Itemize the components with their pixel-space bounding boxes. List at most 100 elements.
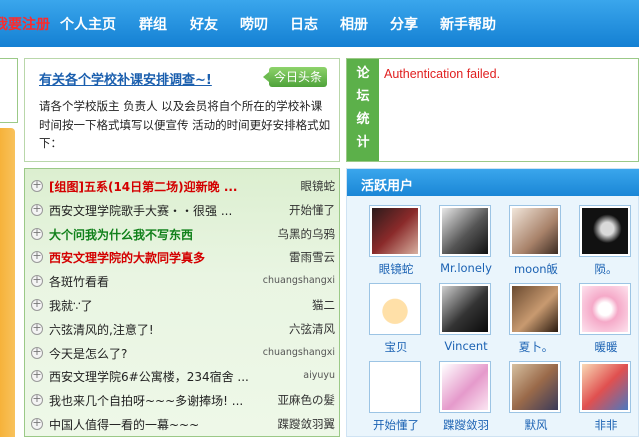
post-author-link[interactable]: chuangshangxi (263, 347, 335, 358)
user-avatar[interactable] (439, 361, 491, 413)
user-name-link[interactable]: 眼镜蛇 (361, 261, 431, 277)
active-user-card[interactable]: 开始懂了 (367, 361, 425, 435)
nav-share[interactable]: 分享 (390, 14, 418, 34)
user-name-link[interactable]: 夏卜。 (501, 339, 571, 355)
user-name-link[interactable]: 非非 (571, 417, 639, 433)
nav-friends[interactable]: 好友 (190, 14, 218, 34)
nav-blog[interactable]: 日志 (290, 14, 318, 34)
active-user-card[interactable]: 蹀躞敛羽 (437, 361, 495, 435)
active-user-card[interactable]: 夏卜。 (507, 283, 565, 357)
avatar-image (512, 208, 558, 254)
user-avatar[interactable] (369, 283, 421, 335)
active-user-card[interactable]: 暖暖 (577, 283, 635, 357)
user-name-link[interactable]: 默风 (501, 417, 571, 433)
post-title-link[interactable]: 我就∵了 (49, 297, 259, 314)
active-users-panel: 活跃用户 眼镜蛇 Mr.lonely moon皈 陨。 宝贝 Vincent 夏卜。 暖暖 开始… (346, 168, 639, 437)
active-user-card[interactable]: 非非 (577, 361, 635, 435)
post-author-link[interactable]: 亚麻色の髮 (278, 392, 336, 408)
post-row[interactable]: [组图]五系(14日第二场)迎新晚 ... 眼镜蛇 (25, 175, 341, 198)
post-title-link[interactable]: 西安文理学院的大款同学真多 (49, 249, 259, 266)
user-avatar[interactable] (439, 283, 491, 335)
auth-error-message: Authentication failed. (384, 67, 501, 81)
post-row[interactable]: 西安文理学院歌手大赛・・很强 ... 开始懂了 (25, 199, 341, 222)
user-name-link[interactable]: 陨。 (571, 261, 639, 277)
post-author-link[interactable]: 开始懂了 (289, 202, 335, 218)
post-author-link[interactable]: chuangshangxi (263, 275, 335, 286)
avatar-image (442, 286, 488, 332)
avatar-image (442, 364, 488, 410)
user-name-link[interactable]: 宝贝 (361, 339, 431, 355)
post-title-link[interactable]: 我也来几个自拍呀~~~多谢捧场! ... (49, 392, 259, 409)
nav-chatter[interactable]: 唠叨 (240, 14, 268, 34)
bullet-plus-icon (31, 249, 43, 264)
post-row[interactable]: 各斑竹看看 chuangshangxi (25, 270, 341, 293)
bullet-plus-icon (31, 226, 43, 240)
nav-album[interactable]: 相册 (340, 14, 368, 34)
user-name-link[interactable]: Mr.lonely (431, 261, 501, 275)
post-row[interactable]: 我也来几个自拍呀~~~多谢捧场! ... 亚麻色の髮 (25, 389, 341, 412)
nav-help[interactable]: 新手帮助 (440, 14, 496, 34)
active-user-card[interactable]: 默风 (507, 361, 565, 435)
post-title-link[interactable]: 西安文理学院歌手大赛・・很强 ... (49, 202, 259, 219)
user-avatar[interactable] (579, 205, 631, 257)
avatar-image (512, 364, 558, 410)
bullet-plus-icon (31, 392, 43, 407)
post-author-link[interactable]: 六弦清风 (289, 321, 335, 337)
post-author-link[interactable]: 猫二 (312, 297, 335, 313)
active-user-card[interactable]: Mr.lonely (437, 205, 495, 279)
post-row[interactable]: 我就∵了 猫二 (25, 294, 341, 317)
forum-stats-label-char: 计 (356, 135, 370, 150)
user-avatar[interactable] (369, 361, 421, 413)
post-row[interactable]: 中国人值得一看的一幕~~~ 蹀躞敛羽翼 (25, 413, 341, 436)
bullet-plus-icon (31, 273, 43, 288)
nav-groups[interactable]: 群组 (139, 14, 167, 34)
headline-box: 有关各个学校补课安排调查~! 今日头条 请各个学校版主 负责人 以及会员将自个所… (24, 58, 340, 162)
post-title-link[interactable]: 今天是怎么了? (49, 345, 259, 362)
left-panel-edge (0, 58, 18, 123)
post-row[interactable]: 西安文理学院的大款同学真多 雷雨雪云 (25, 246, 341, 269)
avatar-image (582, 286, 628, 332)
post-row[interactable]: 六弦清风的,注意了! 六弦清风 (25, 318, 341, 341)
active-user-card[interactable]: Vincent (437, 283, 495, 357)
active-user-card[interactable]: 宝贝 (367, 283, 425, 357)
post-title-link[interactable]: 六弦清风的,注意了! (49, 321, 259, 338)
post-author-link[interactable]: 雷雨雪云 (289, 249, 335, 265)
active-user-card[interactable]: 陨。 (577, 205, 635, 279)
post-author-link[interactable]: 蹀躞敛羽翼 (278, 416, 336, 432)
user-avatar[interactable] (509, 361, 561, 413)
avatar-image (372, 286, 418, 332)
user-name-link[interactable]: 蹀躞敛羽 (431, 417, 501, 433)
active-user-card[interactable]: 眼镜蛇 (367, 205, 425, 279)
post-row[interactable]: 西安文理学院6#公寓楼，234宿舍 ... aiyuyu (25, 365, 341, 388)
user-avatar[interactable] (509, 283, 561, 335)
post-author-link[interactable]: 乌黑的乌鸦 (278, 226, 336, 242)
latest-posts-list: [组图]五系(14日第二场)迎新晚 ... 眼镜蛇西安文理学院歌手大赛・・很强 .… (24, 168, 340, 437)
avatar-image (372, 208, 418, 254)
post-author-link[interactable]: aiyuyu (303, 370, 335, 381)
headline-title-link[interactable]: 有关各个学校补课安排调查~! (39, 69, 212, 88)
post-title-link[interactable]: [组图]五系(14日第二场)迎新晚 ... (49, 178, 259, 195)
user-name-link[interactable]: moon皈 (501, 261, 571, 277)
user-name-link[interactable]: 开始懂了 (361, 417, 431, 433)
post-title-link[interactable]: 西安文理学院6#公寓楼，234宿舍 ... (49, 368, 259, 385)
user-name-link[interactable]: 暖暖 (571, 339, 639, 355)
post-row[interactable]: 大个问我为什么我不写东西 乌黑的乌鸦 (25, 223, 341, 246)
user-name-link[interactable]: Vincent (431, 339, 501, 353)
forum-stats-label: 论 坛 统 计 (347, 59, 379, 161)
post-row[interactable]: 今天是怎么了? chuangshangxi (25, 342, 341, 365)
headline-body: 请各个学校版主 负责人 以及会员将自个所在的学校补课时间按一下格式填写以便宣传 … (39, 99, 331, 150)
user-avatar[interactable] (579, 283, 631, 335)
post-author-link[interactable]: 眼镜蛇 (301, 178, 336, 194)
user-avatar[interactable] (509, 205, 561, 257)
post-title-link[interactable]: 中国人值得一看的一幕~~~ (49, 416, 259, 433)
user-avatar[interactable] (579, 361, 631, 413)
post-title-link[interactable]: 各斑竹看看 (49, 273, 259, 290)
forum-stats-panel: 论 坛 统 计 Authentication failed. (346, 58, 639, 162)
nav-register[interactable]: 我要注册 (0, 14, 50, 34)
headline-badge: 今日头条 (263, 67, 327, 87)
nav-home[interactable]: 个人主页 (60, 14, 116, 34)
post-title-link[interactable]: 大个问我为什么我不写东西 (49, 226, 259, 243)
active-user-card[interactable]: moon皈 (507, 205, 565, 279)
user-avatar[interactable] (439, 205, 491, 257)
user-avatar[interactable] (369, 205, 421, 257)
